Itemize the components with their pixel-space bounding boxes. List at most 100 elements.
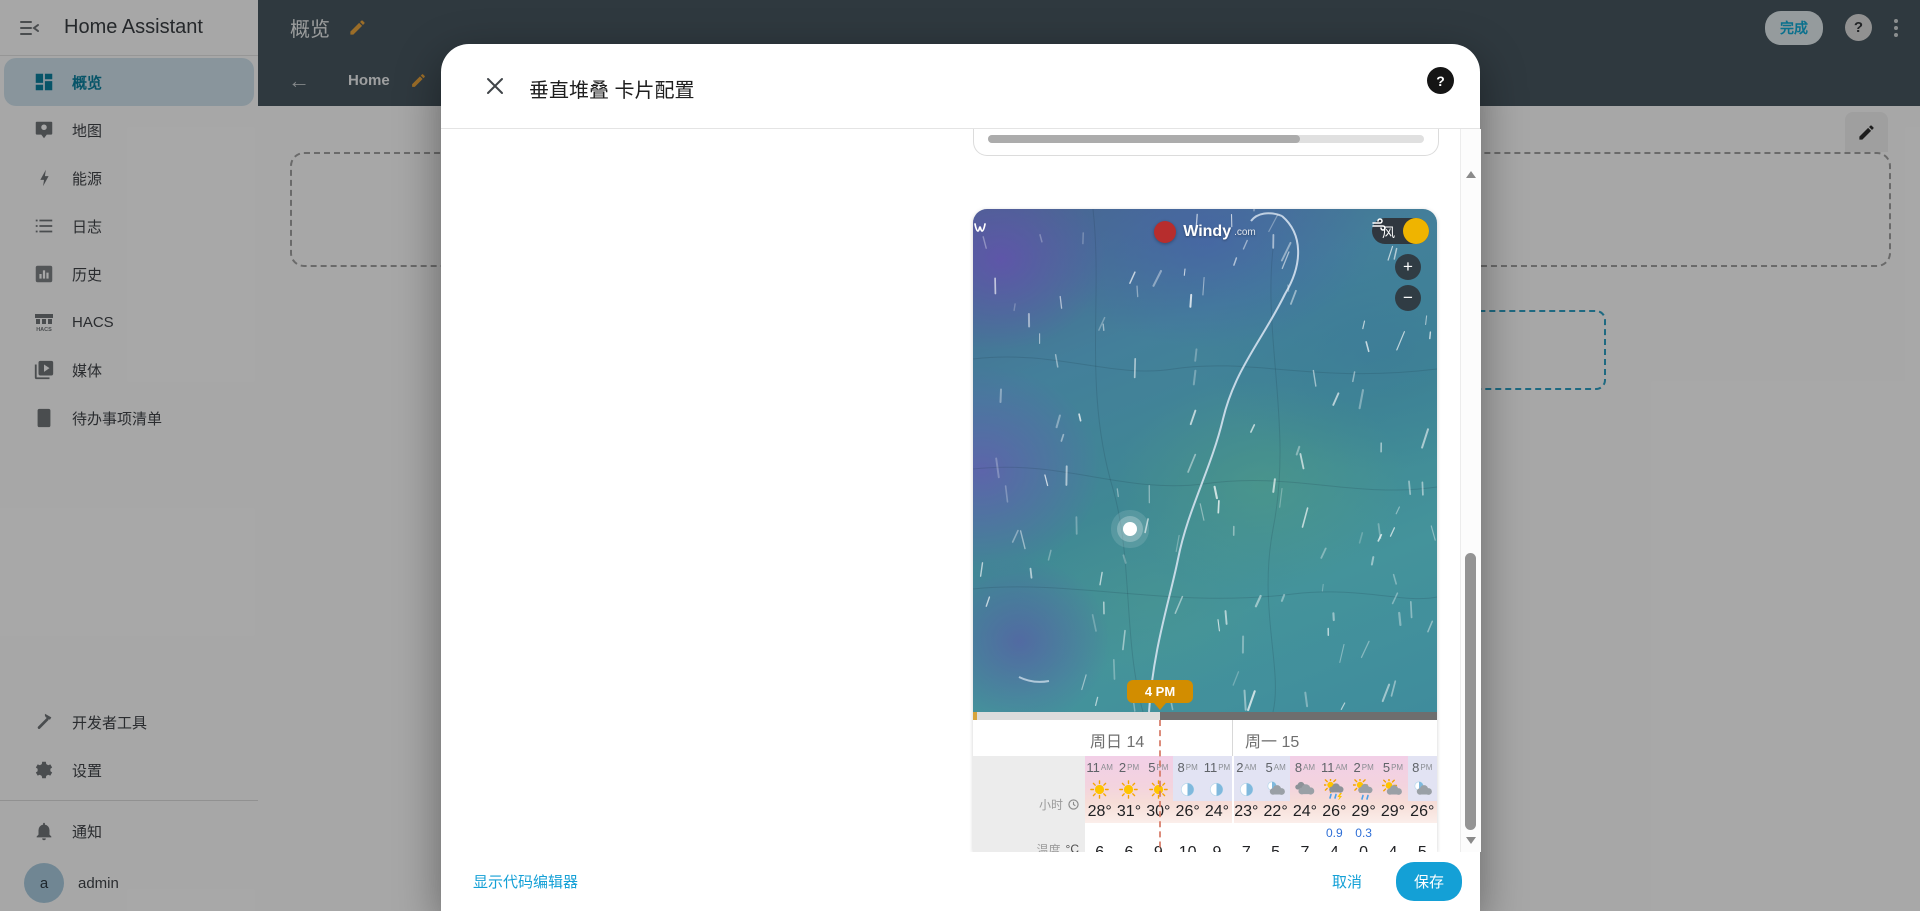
rain-row: 0.90.3	[1085, 823, 1437, 843]
hour-cell: 2PM	[1349, 756, 1378, 778]
hour-cell: 5PM	[1378, 756, 1407, 778]
weather-icon-cell	[1232, 778, 1261, 801]
hour-cell: 2AM	[1232, 756, 1261, 778]
weather-icon-cell	[1114, 778, 1143, 801]
wind-cell: 6	[1085, 843, 1114, 852]
horizontal-scrollbar-thumb[interactable]	[988, 135, 1300, 143]
rain-cell	[1114, 823, 1143, 843]
temp-cell: 31°	[1114, 801, 1143, 823]
forecast-table: 周日 14 周一 15 小时 温度°C 雨mm	[973, 720, 1437, 852]
wind-cell: 9	[1202, 843, 1231, 852]
windy-logo-icon	[1154, 221, 1176, 243]
weather-icon-cell	[1408, 778, 1437, 801]
temp-cell: 28°	[1085, 801, 1114, 823]
location-marker	[1123, 522, 1137, 536]
wind-cell: 5	[1261, 843, 1290, 852]
temp-cell: 26°	[1173, 801, 1202, 823]
cloud-sun-weather-icon	[1382, 779, 1403, 800]
storm-weather-icon	[1324, 779, 1345, 800]
cloud-moon-weather-icon	[1265, 779, 1286, 800]
windy-preview-card: Windy.com 风 + − 4 PM 周日 14	[973, 209, 1437, 852]
temp-row-label: 温度°C	[1037, 841, 1079, 852]
wind-cell: 7	[1290, 843, 1319, 852]
moon-weather-icon	[1177, 779, 1198, 800]
day-row: 周日 14 周一 15	[973, 720, 1437, 756]
dialog-header: 垂直堆叠 卡片配置 ?	[441, 44, 1480, 129]
zoom-in-button[interactable]: +	[1395, 254, 1421, 280]
dialog-help-icon[interactable]: ?	[1427, 67, 1454, 94]
temperature-row: 28°31°30°26°24°23°22°24°26°29°29°26°	[1085, 801, 1437, 823]
hour-cell: 8PM	[1173, 756, 1202, 778]
weather-icon-cell	[1290, 778, 1319, 801]
dialog-title: 垂直堆叠 卡片配置	[529, 74, 695, 103]
wind-layer-icon[interactable]	[1403, 218, 1429, 244]
sun-weather-icon	[1118, 779, 1139, 800]
current-time-line	[1159, 720, 1161, 852]
scroll-down-arrow[interactable]	[1466, 837, 1476, 844]
hour-cell: 11AM	[1320, 756, 1349, 778]
scroll-up-arrow[interactable]	[1466, 171, 1476, 178]
windy-logo[interactable]: Windy.com	[973, 221, 1437, 243]
hour-row-label: 小时	[1039, 796, 1079, 813]
moon-weather-icon	[1236, 779, 1257, 800]
card-config-dialog: 垂直堆叠 卡片配置 ? Windy.com 风	[441, 44, 1480, 911]
weather-icon-cell	[1261, 778, 1290, 801]
temp-cell: 22°	[1261, 801, 1290, 823]
day-separator	[1232, 720, 1233, 756]
temp-unit-link[interactable]: °C	[1066, 842, 1079, 852]
moon-weather-icon	[1206, 779, 1227, 800]
wind-cell: 5	[1408, 843, 1437, 852]
clock-icon	[1068, 799, 1079, 810]
temp-cell: 29°	[1349, 801, 1378, 823]
layer-selector[interactable]: 风	[1372, 218, 1429, 244]
rain-cell	[1261, 823, 1290, 843]
time-bubble[interactable]: 4 PM	[1127, 680, 1193, 703]
rain-cell	[1378, 823, 1407, 843]
windy-map[interactable]: Windy.com 风 + − 4 PM	[973, 209, 1437, 712]
horizontal-scrollbar	[988, 135, 1424, 143]
weather-icon-cell	[1349, 778, 1378, 801]
close-icon[interactable]	[477, 68, 513, 104]
preview-card-partial	[973, 129, 1439, 156]
rain-cell	[1173, 823, 1202, 843]
day-label-monday[interactable]: 周一 15	[1245, 728, 1299, 752]
show-code-editor-link[interactable]: 显示代码编辑器	[473, 871, 578, 892]
rain-cell	[1085, 823, 1114, 843]
rain-cell: 0.9	[1320, 823, 1349, 843]
temp-cell: 26°	[1408, 801, 1437, 823]
temp-cell: 24°	[1202, 801, 1231, 823]
hours-row: 11AM2PM5PM8PM11PM2AM5AM8AM11AM2PM5PM8PM	[1085, 756, 1437, 778]
dialog-footer: 显示代码编辑器 取消 保存	[441, 852, 1480, 911]
hour-cell: 8PM	[1408, 756, 1437, 778]
rain-cell	[1408, 823, 1437, 843]
wind-cell: 7	[1232, 843, 1261, 852]
dialog-scrollbar[interactable]	[1460, 129, 1481, 852]
temp-cell: 29°	[1378, 801, 1407, 823]
timeline-scrubber[interactable]	[973, 712, 1437, 720]
rain-cell	[1232, 823, 1261, 843]
weather-icon-cell	[1320, 778, 1349, 801]
wind-cell: 4	[1320, 843, 1349, 852]
weather-icon-cell	[1085, 778, 1114, 801]
weather-icon-cell	[1202, 778, 1231, 801]
weather-icon-cell	[1378, 778, 1407, 801]
weather-icon-cell	[1173, 778, 1202, 801]
wind-cell: 6	[1114, 843, 1143, 852]
cancel-button[interactable]: 取消	[1326, 870, 1368, 893]
rain-cell: 0.3	[1349, 823, 1378, 843]
rain-cell	[1202, 823, 1231, 843]
day-label-sunday[interactable]: 周日 14	[1090, 728, 1144, 752]
scrollbar-thumb[interactable]	[1465, 553, 1476, 830]
hour-cell: 11AM	[1085, 756, 1114, 778]
rain-sun-weather-icon	[1353, 779, 1374, 800]
save-button[interactable]: 保存	[1396, 862, 1462, 901]
sun-weather-icon	[1089, 779, 1110, 800]
row-labels-column: 小时 温度°C 雨mm 风km/h 阵风km/h	[973, 756, 1085, 852]
hour-cell: 2PM	[1114, 756, 1143, 778]
rain-cell	[1290, 823, 1319, 843]
cloud-moon-weather-icon	[1412, 779, 1433, 800]
zoom-out-button[interactable]: −	[1395, 285, 1421, 311]
wind-row: 6691097574045	[1085, 843, 1437, 852]
wind-cell: 0	[1349, 843, 1378, 852]
weather-icons-row	[1085, 778, 1437, 801]
